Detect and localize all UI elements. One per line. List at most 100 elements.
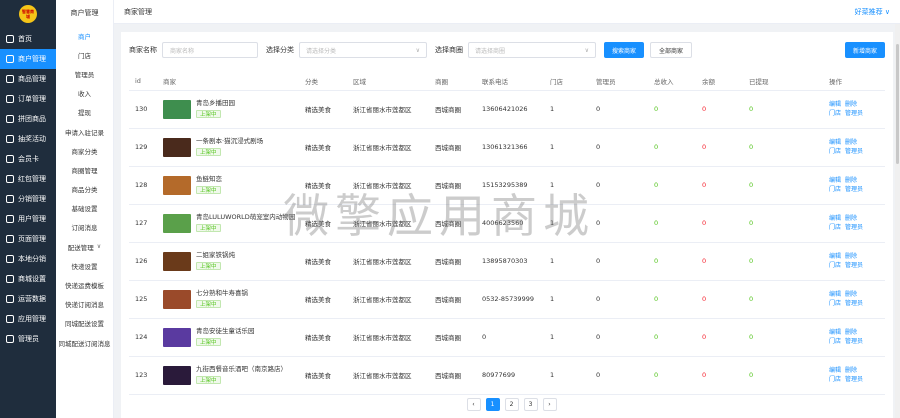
cell-category: 精选美食 — [299, 90, 347, 129]
admin-link[interactable]: 管理员 — [845, 186, 863, 193]
submenu-item[interactable]: 快递运费模板 — [56, 275, 113, 294]
page-button[interactable]: 2 — [504, 398, 519, 411]
submenu-item[interactable]: 商家分类 — [56, 141, 113, 160]
sidebar-item-label: 会员卡 — [18, 155, 39, 163]
submenu-item[interactable]: 申请入驻记录 — [56, 122, 113, 141]
store-link[interactable]: 门店 — [829, 300, 841, 307]
all-merchants-button[interactable]: 全部商家 — [650, 42, 693, 58]
category-select[interactable]: 请选择分类 ∨ — [299, 42, 427, 58]
scrollbar-thumb[interactable] — [896, 44, 899, 164]
delete-link[interactable]: 删除 — [845, 101, 857, 108]
sidebar-item[interactable]: 抽奖活动 — [0, 129, 56, 149]
sidebar-item[interactable]: 运营数据 — [0, 289, 56, 309]
page-button[interactable]: 3 — [523, 398, 538, 411]
district-select[interactable]: 请选择商圈 ∨ — [468, 42, 596, 58]
store-link[interactable]: 门店 — [829, 110, 841, 117]
sidebar-item[interactable]: 管理员 — [0, 329, 56, 349]
store-link[interactable]: 门店 — [829, 148, 841, 155]
submenu-item[interactable]: 商品分类 — [56, 180, 113, 199]
submenu-item[interactable]: 快递订阅消息 — [56, 295, 113, 314]
cell-district: 西城商圈 — [429, 90, 476, 129]
merchant-thumbnail — [163, 327, 191, 347]
admin-link[interactable]: 管理员 — [845, 376, 863, 383]
cell-id: 129 — [129, 128, 157, 167]
store-link[interactable]: 门店 — [829, 224, 841, 231]
cell-region: 浙江省丽水市莲都区 — [347, 128, 429, 167]
edit-link[interactable]: 编辑 — [829, 329, 841, 336]
delete-link[interactable]: 删除 — [845, 329, 857, 336]
submenu-item[interactable]: 收入 — [56, 84, 113, 103]
edit-link[interactable]: 编辑 — [829, 253, 841, 260]
submenu-item[interactable]: 商圈管理 — [56, 160, 113, 179]
next-page-button[interactable]: › — [542, 398, 557, 411]
cell-phone: 0 — [476, 318, 544, 357]
sidebar-item[interactable]: 拼团商品 — [0, 109, 56, 129]
cell-income: 0 — [648, 318, 696, 357]
sidebar-item[interactable]: 应用管理 — [0, 309, 56, 329]
cell-balance: 0 — [696, 166, 743, 205]
sidebar-item[interactable]: 首页 — [0, 29, 56, 49]
sidebar-item[interactable]: 商户管理 — [0, 49, 56, 69]
admin-link[interactable]: 管理员 — [845, 224, 863, 231]
user-menu[interactable]: 好菜推荐 ∨ — [855, 7, 890, 17]
delete-link[interactable]: 删除 — [845, 367, 857, 374]
sidebar-item[interactable]: 分销管理 — [0, 189, 56, 209]
category-placeholder: 请选择分类 — [306, 47, 337, 55]
sidebar-item[interactable]: 商城设置 — [0, 269, 56, 289]
delete-link[interactable]: 删除 — [845, 177, 857, 184]
sidebar-item[interactable]: 商品管理 — [0, 69, 56, 89]
submenu-item[interactable]: 基础设置 — [56, 199, 113, 218]
submenu-item[interactable]: 管理员 — [56, 64, 113, 83]
store-link[interactable]: 门店 — [829, 262, 841, 269]
submenu-item[interactable]: 提现 — [56, 103, 113, 122]
page-button[interactable]: 1 — [485, 398, 500, 411]
admin-link[interactable]: 管理员 — [845, 148, 863, 155]
cell-withdrawn: 0 — [743, 128, 823, 167]
edit-link[interactable]: 编辑 — [829, 177, 841, 184]
submenu-item[interactable]: 配送管理 ∨ — [56, 237, 113, 256]
submenu-item[interactable]: 门店 — [56, 45, 113, 64]
delete-link[interactable]: 删除 — [845, 291, 857, 298]
cell-region: 浙江省丽水市莲都区 — [347, 90, 429, 129]
edit-link[interactable]: 编辑 — [829, 291, 841, 298]
column-header: 余额 — [696, 72, 743, 91]
submenu-item-label: 门店 — [78, 51, 91, 60]
delete-link[interactable]: 删除 — [845, 253, 857, 260]
admin-link[interactable]: 管理员 — [845, 110, 863, 117]
submenu-item[interactable]: 快递设置 — [56, 256, 113, 275]
cell-admins: 0 — [590, 280, 648, 319]
status-badge: 上架中 — [196, 148, 221, 156]
edit-link[interactable]: 编辑 — [829, 139, 841, 146]
merchant-thumbnail — [163, 365, 191, 385]
delete-link[interactable]: 删除 — [845, 139, 857, 146]
admin-link[interactable]: 管理员 — [845, 338, 863, 345]
add-merchant-button[interactable]: 新增商家 — [844, 42, 885, 58]
page-scrollbar[interactable] — [895, 24, 900, 418]
submenu-item[interactable]: 同城配送订阅消息 — [56, 333, 113, 352]
delete-link[interactable]: 删除 — [845, 215, 857, 222]
merchant-table: id 商家 分类 区域 商圈 联系电话 门店 管理员 总收入 余额 已提现 操作 130 青岛乡播田园上… — [129, 72, 885, 395]
submenu-item[interactable]: 订阅消息 — [56, 218, 113, 237]
admin-link[interactable]: 管理员 — [845, 262, 863, 269]
submenu-item[interactable]: 同城配送设置 — [56, 314, 113, 333]
sidebar-item[interactable]: 用户管理 — [0, 209, 56, 229]
store-link[interactable]: 门店 — [829, 376, 841, 383]
edit-link[interactable]: 编辑 — [829, 215, 841, 222]
edit-link[interactable]: 编辑 — [829, 367, 841, 374]
prev-page-button[interactable]: ‹ — [466, 398, 481, 411]
edit-link[interactable]: 编辑 — [829, 101, 841, 108]
sidebar-item[interactable]: 红包管理 — [0, 169, 56, 189]
submenu-item[interactable]: 商户 — [56, 26, 113, 45]
sidebar-item[interactable]: 会员卡 — [0, 149, 56, 169]
admin-link[interactable]: 管理员 — [845, 300, 863, 307]
search-button[interactable]: 搜索商家 — [604, 42, 645, 58]
merchant-name: 青岛乡播田园 — [196, 99, 235, 107]
store-link[interactable]: 门店 — [829, 186, 841, 193]
name-search-input[interactable]: 商家名称 — [162, 42, 258, 58]
sidebar-item[interactable]: 页面管理 — [0, 229, 56, 249]
store-link[interactable]: 门店 — [829, 338, 841, 345]
app-logo[interactable]: 智慧商城 — [19, 5, 37, 23]
cell-district: 西城商圈 — [429, 280, 476, 319]
sidebar-item[interactable]: 本地分销 — [0, 249, 56, 269]
sidebar-item[interactable]: 订单管理 — [0, 89, 56, 109]
